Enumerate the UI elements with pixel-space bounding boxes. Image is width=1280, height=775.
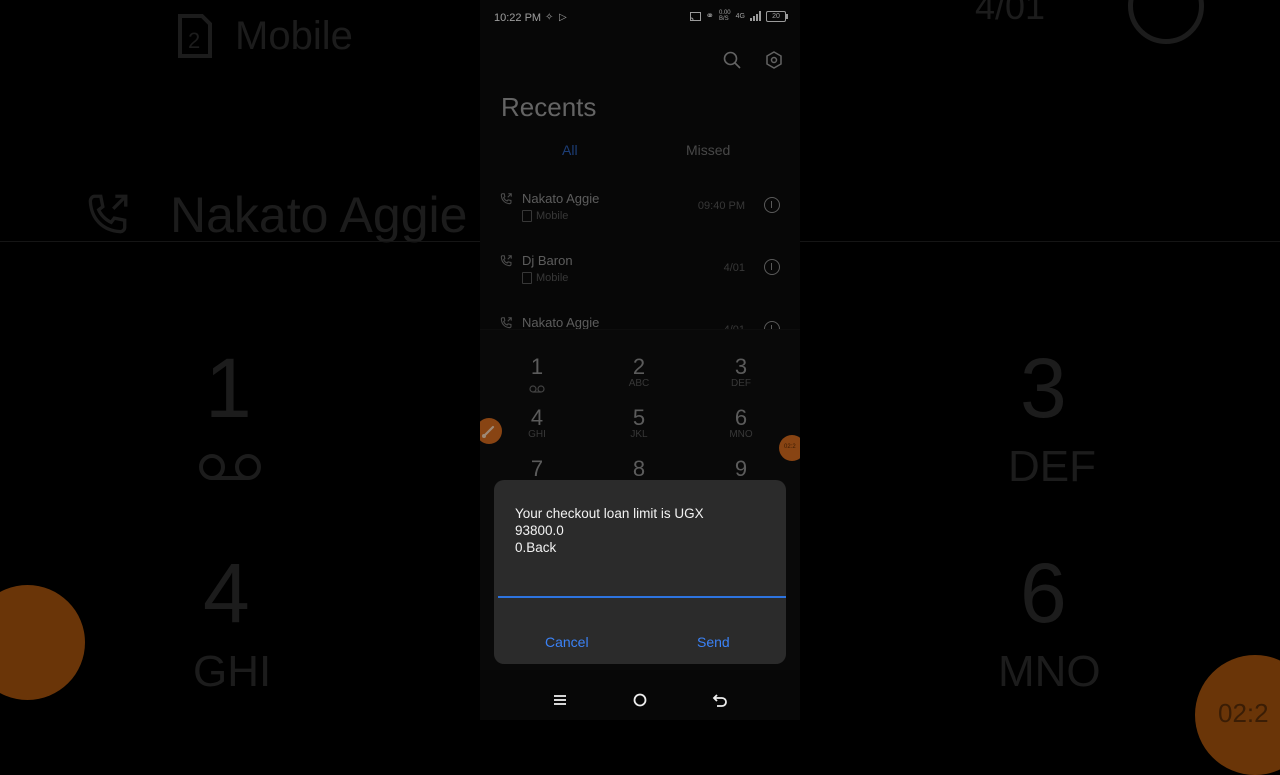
bg-key-6-letters: MNO [998,647,1101,696]
navigation-bar [480,680,800,720]
back-icon[interactable] [710,690,730,710]
bg-date: 4/01 [975,0,1046,27]
bg-sim-label: Mobile [235,14,353,58]
dialog-message: Your checkout loan limit is UGX 93800.0 … [515,506,704,555]
sim-card-icon: 2 [178,14,212,58]
ussd-response-input[interactable] [498,578,786,598]
bg-key-3: 3 [1020,341,1067,435]
bg-key-6: 6 [1020,546,1067,640]
bg-key-3-letters: DEF [1008,442,1096,491]
bg-contact-name: Nakato Aggie [170,187,468,243]
bg-key-4-letters: GHI [193,647,272,696]
svg-text:2: 2 [188,28,200,53]
cancel-button[interactable]: Cancel [537,630,597,654]
bg-key-1: 1 [205,341,252,435]
bg-call-icon [88,194,128,234]
bg-info-icon [1128,0,1204,44]
bg-floating-button [0,585,85,700]
recents-icon[interactable] [550,690,570,710]
bg-key-4: 4 [203,546,250,640]
send-button[interactable]: Send [689,630,738,654]
bg-timer-text: 02:2 [1218,698,1269,728]
ussd-dialog: Your checkout loan limit is UGX 93800.0 … [494,480,786,664]
bg-voicemail-icon [199,454,261,480]
home-icon[interactable] [630,690,650,710]
